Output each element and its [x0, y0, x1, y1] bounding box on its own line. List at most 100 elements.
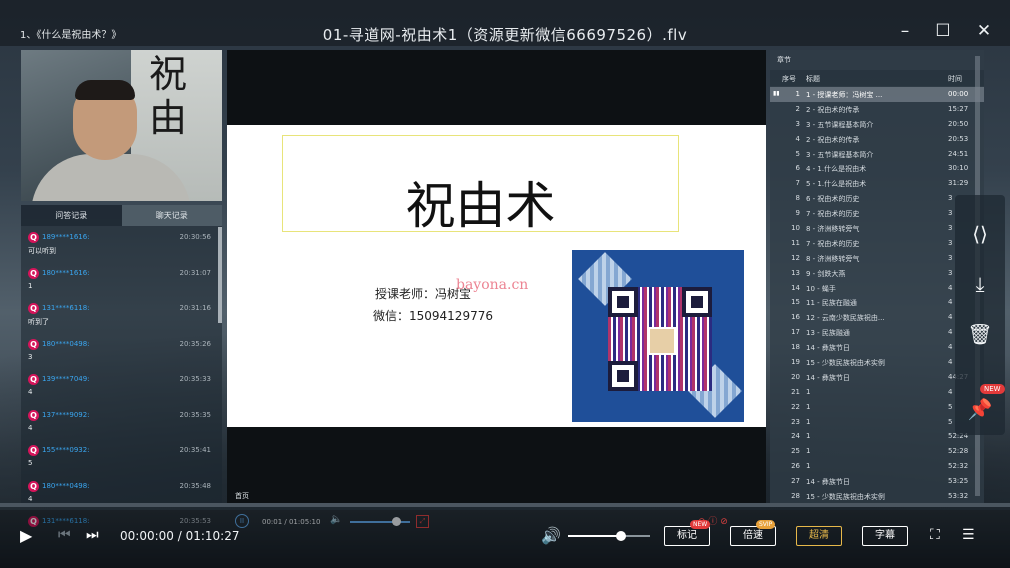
chapter-time: 4 [948, 387, 953, 396]
playlist-icon[interactable]: ☰ [962, 527, 975, 543]
chapter-row[interactable]: 27 14 - 彝族节日 53:25 [770, 474, 984, 489]
previous-icon[interactable]: ⏮ [58, 527, 71, 543]
chapter-index: 3 [795, 119, 800, 128]
chapter-row[interactable]: 12 8 - 济洲移转旁气 3 [770, 251, 984, 266]
mark-button[interactable]: 标记 [664, 526, 710, 546]
chapter-title: 1 [806, 432, 811, 441]
chat-user: 131****6118: [42, 304, 90, 312]
chapter-title: 1 [806, 447, 811, 456]
chat-time: 20:35:35 [179, 410, 211, 419]
chapter-row[interactable]: 19 15 - 少数民族祝由术实例 4 [770, 355, 984, 370]
chapter-row[interactable]: 10 8 - 济洲移转旁气 3 [770, 221, 984, 236]
chapter-row[interactable]: ▮▮ 1 1 - 授课老师：冯树宝 ... 00:00 [770, 87, 984, 102]
slide-wechat: 微信：15094129776 [373, 309, 493, 323]
share-icon[interactable]: ⟨⟩ [965, 219, 995, 249]
pin-icon[interactable]: 📌 [965, 394, 995, 424]
chat-text: 1 [28, 281, 33, 290]
playback-time: 00:00:00 / 01:10:27 [120, 529, 240, 543]
chapter-row[interactable]: 28 15 - 少数民族祝由术实例 53:32 [770, 489, 984, 504]
chapter-row[interactable]: 6 4 - 1.什么是祝由术 30:10 [770, 161, 984, 176]
speed-button[interactable]: 倍速 [730, 526, 776, 546]
chapter-row[interactable]: 18 14 - 彝族节日 4 [770, 340, 984, 355]
chapter-row[interactable]: 17 13 - 民族融通 4 [770, 325, 984, 340]
chat-scrollbar[interactable] [218, 227, 222, 323]
chapter-row[interactable]: 8 6 - 祝由术的历史 3 [770, 191, 984, 206]
chapter-title: 1 [806, 402, 811, 411]
chapter-time: 20:53 [948, 134, 969, 143]
chapter-time: 3 [948, 238, 953, 247]
chapter-time: 53:32 [948, 492, 969, 501]
maximize-icon[interactable]: ☐ [930, 18, 956, 44]
subtitle-button[interactable]: 字幕 [862, 526, 908, 546]
chapter-panel: 章节 序号 标题 时间 ▮▮ 1 1 - 授课老师：冯树宝 ... 00:00 2 2 -… [770, 50, 984, 504]
chapter-row[interactable]: 4 2 - 祝由术的传承 20:53 [770, 132, 984, 147]
chapter-index: 7 [795, 179, 800, 188]
chat-message: Q 139****7049: 20:35:33 4 [21, 371, 215, 407]
chapter-time: 00:00 [948, 90, 969, 98]
chapter-index: 11 [791, 238, 800, 247]
volume-icon[interactable]: 🔊 [541, 526, 561, 545]
chapter-row[interactable]: 9 7 - 祝由术的历史 3 [770, 206, 984, 221]
chapter-index: 20 [791, 372, 800, 381]
svip-badge: SVIP [756, 520, 776, 529]
chat-text: 4 [28, 388, 33, 396]
chat-user: 155****0932: [42, 446, 90, 454]
chapter-rows: ▮▮ 1 1 - 授课老师：冯树宝 ... 00:00 2 2 - 祝由术的传承 15:27… [770, 87, 984, 504]
chapter-row[interactable]: 16 12 - 云南少数民族祝由... 4 [770, 310, 984, 325]
chapter-row[interactable]: 22 1 5 [770, 400, 984, 415]
chapter-row[interactable]: 2014 - 彝族节日44:27 [770, 370, 984, 385]
chat-time: 20:35:41 [179, 446, 211, 454]
chapter-row[interactable]: 23 1 5 [770, 415, 984, 430]
chapter-title: 4 - 1.什么是祝由术 [806, 165, 867, 174]
qr-finder [682, 287, 712, 317]
volume-knob[interactable] [616, 531, 626, 541]
chapter-row[interactable]: 15 11 - 民族在融通 4 [770, 295, 984, 310]
quality-button[interactable]: 超清 [796, 526, 842, 546]
chapter-row[interactable]: 14 10 - 蝇手 4 [770, 281, 984, 296]
chat-message: Q 180****0498: 20:35:26 3 [21, 336, 215, 372]
trash-icon[interactable]: 🗑 [965, 319, 995, 349]
progress-bar[interactable] [0, 503, 1010, 507]
close-icon[interactable]: ✕ [971, 18, 997, 44]
side-toolbar: ⟨⟩ ⤓ 🗑 📌 [955, 195, 1005, 435]
chapter-row[interactable]: 7 5 - 1.什么是祝由术 31:29 [770, 176, 984, 191]
chapter-index: 27 [791, 477, 800, 486]
minimize-icon[interactable]: – [892, 18, 918, 44]
chapter-title: 14 - 彝族节日 [806, 478, 850, 487]
chapter-row[interactable]: 2 2 - 祝由术的传承 15:27 [770, 102, 984, 117]
chapter-title: 6 - 祝由术的历史 [806, 195, 860, 204]
next-icon[interactable]: ⏭ [86, 527, 99, 543]
chapter-index: 12 [791, 253, 800, 262]
slide-title: 祝由术 [405, 177, 556, 235]
chapter-title: 15 - 少数民族祝由术实例 [806, 493, 885, 502]
chapter-row[interactable]: 3 3 - 五节课程基本简介 20:50 [770, 117, 984, 132]
video-area[interactable]: 祝由术 授课老师：冯树宝 微信：15094129776 bayona.cn 首页 [227, 50, 766, 504]
chapter-title: 9 - 剑跌大燕 [806, 269, 846, 278]
chapter-row[interactable]: 21 1 4 [770, 385, 984, 400]
playing-icon: ▮▮ [773, 90, 780, 97]
chapter-row[interactable]: 26 1 52:32 [770, 459, 984, 474]
chapter-time: 24:51 [948, 149, 969, 158]
chapter-time: 3 [948, 253, 953, 262]
fullscreen-icon[interactable]: ⛶ [930, 527, 940, 543]
chapter-index: 2 [795, 104, 800, 113]
chapter-time: 3 [948, 268, 953, 277]
tab-qa-records[interactable]: 问答记录 [21, 205, 122, 226]
chapter-title: 1 - 授课老师：冯树宝 ... [806, 91, 883, 99]
chapter-title: 10 - 蝇手 [806, 284, 836, 293]
chapter-time: 4 [948, 328, 953, 337]
tab-chat-records[interactable]: 聊天记录 [121, 205, 222, 226]
chapter-time: 52:32 [948, 462, 969, 471]
play-icon[interactable]: ▶ [20, 527, 36, 545]
question-icon: Q [28, 409, 39, 421]
chapter-title: 2 - 祝由术的传承 [806, 135, 860, 144]
slide: 祝由术 授课老师：冯树宝 微信：15094129776 bayona.cn [227, 125, 766, 427]
chapter-row[interactable]: 24 1 52:24 [770, 429, 984, 444]
download-icon[interactable]: ⤓ [965, 269, 995, 299]
chapter-index: 4 [795, 134, 800, 143]
chapter-row[interactable]: 13 9 - 剑跌大燕 3 [770, 266, 984, 281]
column-time: 时间 [948, 75, 962, 83]
chapter-row[interactable]: 25 1 52:28 [770, 444, 984, 459]
chapter-row[interactable]: 5 3 - 五节课程基本简介 24:51 [770, 147, 984, 162]
chapter-row[interactable]: 11 7 - 祝由术的历史 3 [770, 236, 984, 251]
